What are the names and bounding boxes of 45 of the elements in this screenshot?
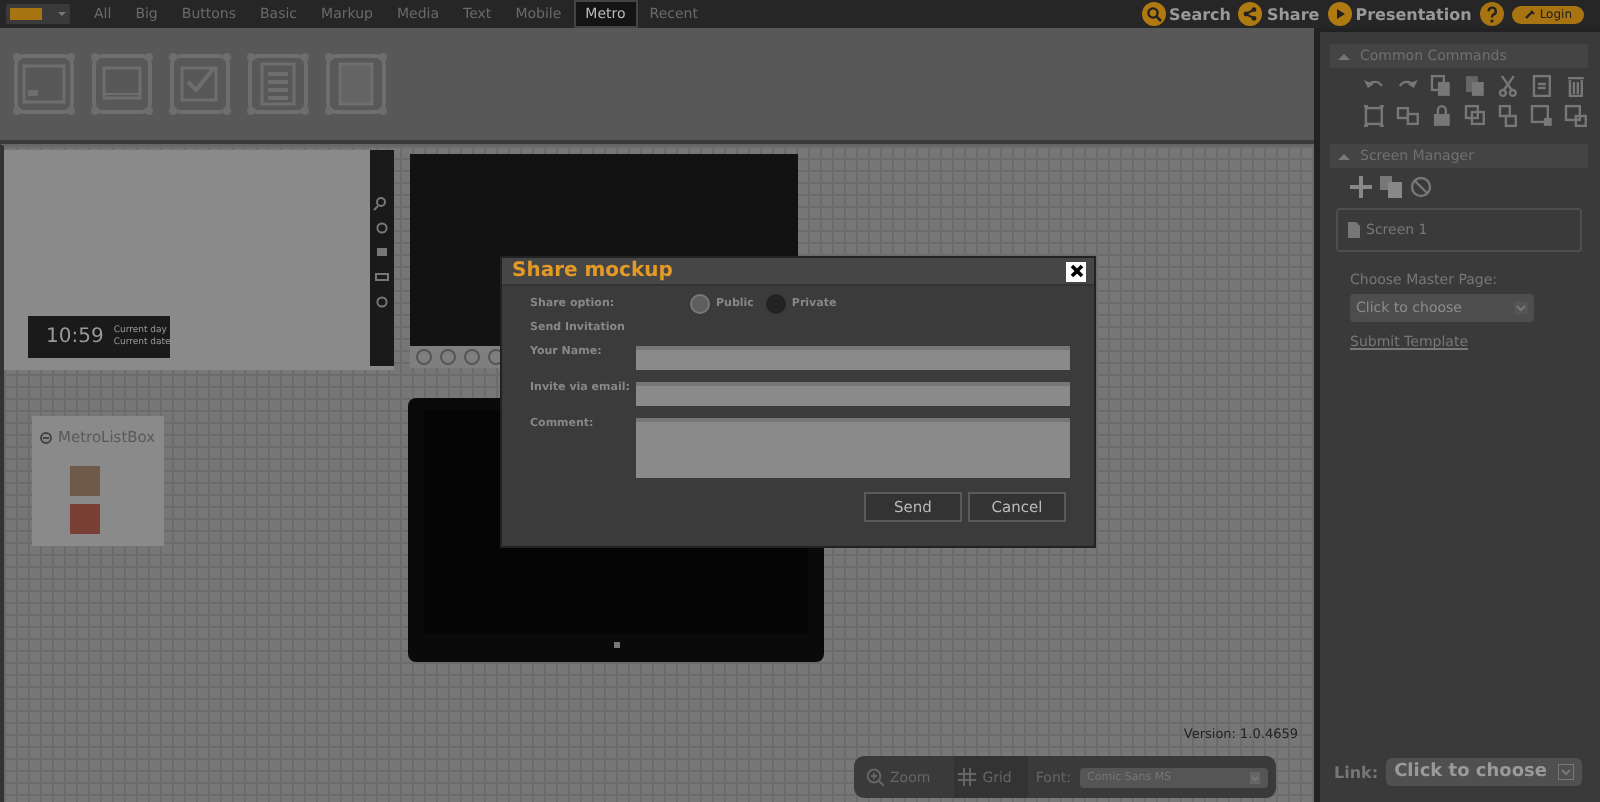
plus-icon[interactable] xyxy=(1350,176,1372,198)
photo-placeholder xyxy=(70,504,100,534)
key-icon xyxy=(1523,8,1536,20)
action-label[interactable]: Search xyxy=(1169,5,1231,23)
overlapping-squares-icon[interactable] xyxy=(1496,104,1521,128)
lock-icon[interactable] xyxy=(1429,104,1454,128)
link-dropdown[interactable]: Click to choose xyxy=(1386,758,1583,786)
action-label[interactable]: Share xyxy=(1266,5,1320,23)
paste-icon[interactable] xyxy=(1463,74,1487,98)
share-button[interactable]: Share xyxy=(1238,2,1320,26)
grid-icon xyxy=(958,768,977,786)
radio-button[interactable] xyxy=(690,294,710,314)
logo-icon[interactable] xyxy=(6,4,70,24)
page-icon xyxy=(1348,222,1360,238)
radio-button[interactable] xyxy=(765,294,786,314)
overlapping-squares-icon[interactable] xyxy=(1530,104,1555,128)
comment-field[interactable] xyxy=(636,418,1070,478)
trash-icon[interactable] xyxy=(1564,74,1589,98)
zoom-icon xyxy=(866,768,884,786)
link-label: Link: xyxy=(1334,763,1379,781)
close-icon xyxy=(1069,264,1083,278)
collapse-icon xyxy=(1336,149,1352,163)
caret-icon xyxy=(1250,771,1260,783)
collapse-icon xyxy=(1336,49,1352,63)
overlapping-squares-icon[interactable] xyxy=(1395,104,1420,128)
action-label[interactable]: Presentation xyxy=(1355,5,1472,23)
search-button[interactable]: Search xyxy=(1141,2,1231,26)
scissors-icon[interactable] xyxy=(1496,74,1521,98)
overlapping-squares-icon[interactable] xyxy=(1463,104,1487,128)
play-button[interactable]: Presentation xyxy=(1327,2,1472,26)
input-field[interactable] xyxy=(636,382,1070,406)
help-icon[interactable] xyxy=(1479,2,1504,26)
caret-icon xyxy=(1514,302,1528,314)
copy-icon[interactable] xyxy=(1380,176,1402,198)
dialog-title: Share mockup xyxy=(512,260,673,282)
close-button[interactable] xyxy=(1066,261,1086,281)
clock-time: 10:59 xyxy=(46,326,104,348)
input-field[interactable] xyxy=(636,346,1070,370)
frame-icon[interactable] xyxy=(1362,104,1386,128)
photo-placeholder xyxy=(70,466,100,496)
caret-icon xyxy=(1558,764,1575,780)
overlapping-squares-icon[interactable] xyxy=(1564,104,1589,128)
document-icon[interactable] xyxy=(1530,74,1555,98)
prohibited-icon[interactable] xyxy=(1410,176,1432,198)
copy-icon[interactable] xyxy=(1429,74,1454,98)
